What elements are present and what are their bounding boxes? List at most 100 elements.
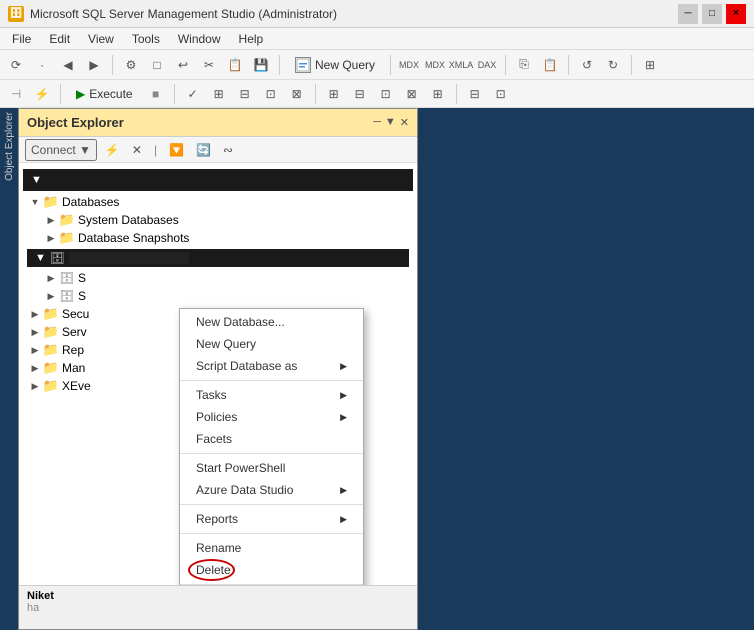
toolbar-btn-5[interactable]: ⚙ — [119, 53, 143, 77]
toolbar-btn-dax[interactable]: DAX — [475, 53, 499, 77]
ctx-sep-2 — [180, 453, 363, 454]
oe-tab-label[interactable]: Object Explorer — [4, 112, 15, 181]
oe-tool-5[interactable]: 🔄 — [192, 141, 215, 159]
toolbar-btn-redo[interactable]: ↻ — [601, 53, 625, 77]
folder-icon-replication: 📁 — [43, 342, 59, 358]
separator2-2 — [174, 84, 175, 104]
ctx-delete[interactable]: Delete — [180, 559, 363, 581]
toolbar-btn-8[interactable]: ✂ — [197, 53, 221, 77]
toolbar-btn-2[interactable]: · — [30, 53, 54, 77]
toolbar-btn-1[interactable]: ⟳ — [4, 53, 28, 77]
ctx-policies-label: Policies — [196, 410, 237, 424]
oe-pin-btn[interactable]: ─ — [373, 116, 381, 129]
ctx-new-query-label: New Query — [196, 337, 256, 351]
oe-toolbar: Connect ▼ ⚡ ✕ | 🔽 🔄 ∾ — [19, 137, 417, 163]
menu-edit[interactable]: Edit — [41, 30, 78, 48]
ctx-tasks[interactable]: Tasks — [180, 384, 363, 406]
ctx-rename[interactable]: Rename — [180, 537, 363, 559]
ctx-new-query[interactable]: New Query — [180, 333, 363, 355]
context-menu: New Database... New Query Script Databas… — [179, 308, 364, 585]
toolbar2-btn-2[interactable]: ⚡ — [30, 82, 54, 106]
toolbar2-btn-8[interactable]: ⊠ — [285, 82, 309, 106]
ctx-azure-data-studio[interactable]: Azure Data Studio — [180, 479, 363, 501]
new-query-button[interactable]: New Query — [286, 54, 384, 76]
new-query-label: New Query — [315, 58, 375, 72]
menu-view[interactable]: View — [80, 30, 122, 48]
user-panel: Niket ha — [19, 585, 417, 629]
execute-button[interactable]: ▶ Execute — [67, 84, 142, 104]
menu-help[interactable]: Help — [231, 30, 272, 48]
tree-node-db-s2[interactable]: ▶ 🗄 S — [19, 287, 417, 305]
toolbar-btn-xmla[interactable]: XMLA — [449, 53, 473, 77]
toolbar2-btn-12[interactable]: ⊠ — [400, 82, 424, 106]
oe-tool-3[interactable]: | — [150, 141, 161, 159]
maximize-button[interactable]: □ — [702, 4, 722, 24]
server-node[interactable]: ▼ — [23, 169, 413, 191]
tree-node-databases[interactable]: ▼ 📁 Databases — [19, 193, 417, 211]
oe-close-btn[interactable]: ✕ — [400, 116, 409, 129]
selected-db-node[interactable]: ▼ 🗄 — [27, 249, 409, 267]
right-panel — [418, 108, 754, 630]
toolbar-btn-9[interactable]: 📋 — [223, 53, 247, 77]
oe-dropdown-btn[interactable]: ▼ — [385, 116, 396, 129]
toolbar2-btn-10[interactable]: ⊟ — [348, 82, 372, 106]
oe-content: ▼ ▼ 📁 Databases ▶ 📁 System Databases ▶ 📁… — [19, 163, 417, 585]
toolbar-btn-copy[interactable]: ⎘ — [512, 53, 536, 77]
toolbar-btn-grid[interactable]: ⊞ — [638, 53, 662, 77]
ctx-facets[interactable]: Facets — [180, 428, 363, 450]
ctx-policies[interactable]: Policies — [180, 406, 363, 428]
menu-tools[interactable]: Tools — [124, 30, 168, 48]
toolbar2-btn-9[interactable]: ⊞ — [322, 82, 346, 106]
toolbar2-btn-15[interactable]: ⊡ — [489, 82, 513, 106]
folder-icon-system: 📁 — [59, 212, 75, 228]
toolbar2-btn-13[interactable]: ⊞ — [426, 82, 450, 106]
toolbar-btn-undo[interactable]: ↺ — [575, 53, 599, 77]
separator2-4 — [456, 84, 457, 104]
toolbar-btn-10[interactable]: 💾 — [249, 53, 273, 77]
menu-file[interactable]: File — [4, 30, 39, 48]
oe-tool-1[interactable]: ⚡ — [101, 141, 124, 159]
ctx-sep-5 — [180, 584, 363, 585]
expand-security: ▶ — [27, 306, 43, 322]
ctx-new-database[interactable]: New Database... — [180, 311, 363, 333]
system-db-label: System Databases — [78, 213, 179, 227]
toolbar-btn-3[interactable]: ◀ — [56, 53, 80, 77]
oe-tool-6[interactable]: ∾ — [219, 141, 237, 159]
tree-node-snapshots[interactable]: ▶ 📁 Database Snapshots — [19, 229, 417, 247]
tree-node-system-db[interactable]: ▶ 📁 System Databases — [19, 211, 417, 229]
toolbar-btn-4[interactable]: ▶ — [82, 53, 106, 77]
expand-snapshots: ▶ — [43, 230, 59, 246]
toolbar-btn-6[interactable]: □ — [145, 53, 169, 77]
toolbar2-btn-14[interactable]: ⊟ — [463, 82, 487, 106]
ctx-powershell-label: Start PowerShell — [196, 461, 285, 475]
toolbar2-btn-1[interactable]: ⊣ — [4, 82, 28, 106]
toolbar-btn-mdx2[interactable]: MDX — [423, 53, 447, 77]
oe-tool-4[interactable]: 🔽 — [165, 141, 188, 159]
toolbar2-btn-11[interactable]: ⊡ — [374, 82, 398, 106]
menu-bar: File Edit View Tools Window Help — [0, 28, 754, 50]
new-query-icon — [295, 57, 311, 73]
toolbar2-btn-7[interactable]: ⊡ — [259, 82, 283, 106]
parse-btn[interactable]: ✓ — [181, 82, 205, 106]
ctx-start-powershell[interactable]: Start PowerShell — [180, 457, 363, 479]
toolbar2-btn-5[interactable]: ⊞ — [207, 82, 231, 106]
close-button[interactable]: ✕ — [726, 4, 746, 24]
oe-tool-2[interactable]: ✕ — [128, 141, 146, 159]
toolbar-btn-mdx[interactable]: MDX — [397, 53, 421, 77]
toolbar-row-1: ⟳ · ◀ ▶ ⚙ □ ↩ ✂ 📋 💾 New Query MDX MDX XM… — [0, 50, 754, 80]
toolbar-btn-7[interactable]: ↩ — [171, 53, 195, 77]
ctx-script-db-as[interactable]: Script Database as — [180, 355, 363, 377]
minimize-button[interactable]: ─ — [678, 4, 698, 24]
oe-connect-btn[interactable]: Connect ▼ — [25, 139, 97, 161]
ctx-reports[interactable]: Reports — [180, 508, 363, 530]
stop-btn[interactable]: ■ — [144, 82, 168, 106]
toolbar2-btn-6[interactable]: ⊟ — [233, 82, 257, 106]
tree-node-db-s1[interactable]: ▶ 🗄 S — [19, 269, 417, 287]
db-icon-s2: 🗄 — [59, 288, 75, 304]
expand-replication: ▶ — [27, 342, 43, 358]
expand-xevents: ▶ — [27, 378, 43, 394]
ctx-sep-3 — [180, 504, 363, 505]
oe-header: Object Explorer ─ ▼ ✕ — [19, 109, 417, 137]
menu-window[interactable]: Window — [170, 30, 229, 48]
toolbar-btn-paste[interactable]: 📋 — [538, 53, 562, 77]
